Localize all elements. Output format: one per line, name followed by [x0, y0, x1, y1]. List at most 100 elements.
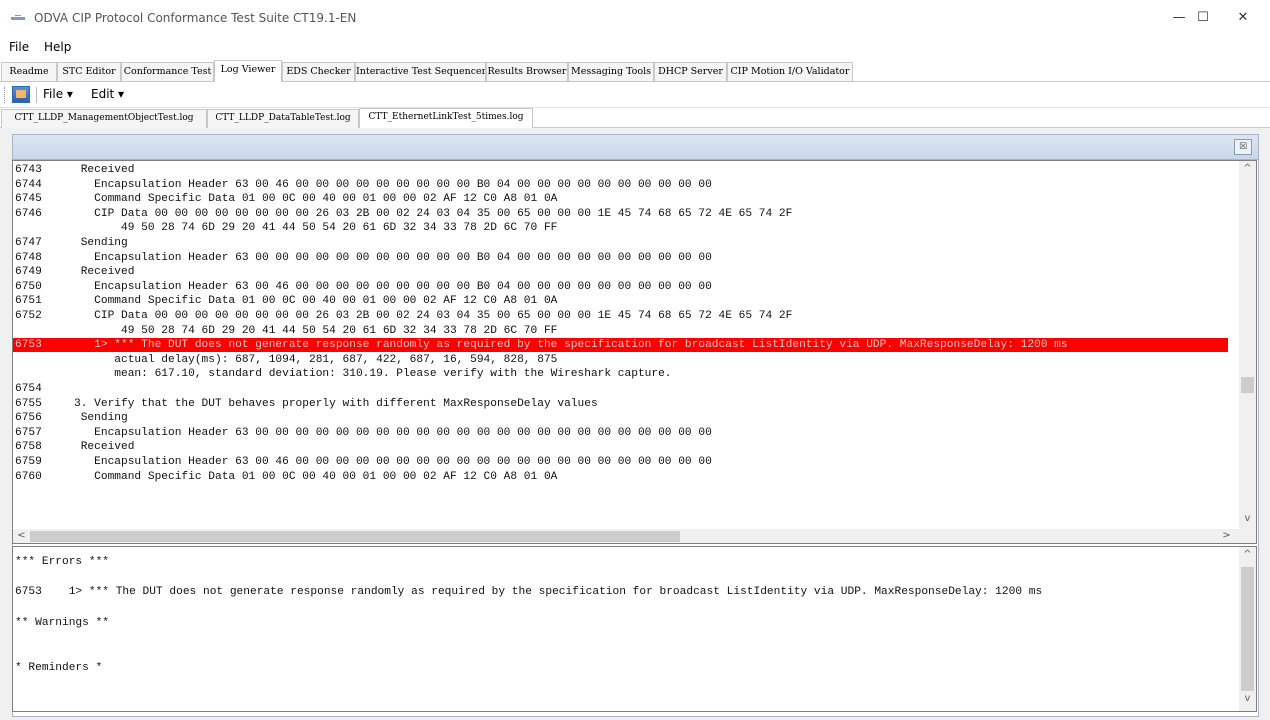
log-text: Encapsulation Header 63 00 46 00 00 00 0…: [74, 178, 712, 191]
log-line[interactable]: 6745 Command Specific Data 01 00 0C 00 4…: [13, 192, 1228, 206]
log-line[interactable]: 6756 Sending: [13, 411, 1228, 425]
log-text: Received: [74, 441, 135, 454]
line-number: 6749: [15, 266, 42, 279]
menu-help[interactable]: Help: [44, 40, 71, 54]
close-button[interactable]: ✕: [1220, 0, 1266, 36]
line-number: 6755: [15, 397, 42, 410]
tab-messaging-tools[interactable]: Messaging Tools: [568, 62, 654, 81]
line-number: 6748: [15, 251, 42, 264]
errors-scroll-up-icon[interactable]: ^: [1239, 549, 1256, 560]
log-text: Encapsulation Header 63 00 00 00 00 00 0…: [74, 251, 712, 264]
line-number: 6752: [15, 310, 42, 322]
log-text: 49 50 28 74 6D 29 20 41 44 50 54 20 61 6…: [74, 324, 558, 337]
line-number: 6747: [15, 237, 42, 249]
scroll-down-icon[interactable]: v: [1239, 513, 1256, 524]
log-text: CIP Data 00 00 00 00 00 00 00 00 26 03 2…: [74, 310, 793, 322]
line-number: 6745: [15, 193, 42, 206]
log-text: CIP Data 00 00 00 00 00 00 00 00 26 03 2…: [74, 207, 793, 220]
log-vertical-scrollbar[interactable]: ^ v: [1239, 161, 1256, 529]
log-text: 49 50 28 74 6D 29 20 41 44 50 54 20 61 6…: [74, 222, 558, 235]
app-icon: [11, 15, 25, 20]
log-horizontal-scroll-thumb[interactable]: [30, 531, 680, 542]
toolbar-separator: [36, 87, 37, 103]
errors-line: ** Warnings **: [15, 616, 109, 629]
tab-readme[interactable]: Readme: [1, 62, 57, 81]
log-text-view[interactable]: 6743 Received 6744 Encapsulation Header 6…: [12, 160, 1257, 544]
scroll-left-icon[interactable]: <: [13, 530, 30, 541]
menu-file[interactable]: File: [9, 40, 29, 54]
open-folder-icon[interactable]: [12, 86, 30, 103]
log-line[interactable]: 6743 Received: [13, 163, 1228, 177]
tab-dhcp-server[interactable]: DHCP Server: [654, 62, 727, 81]
log-file-tab-strip: CTT_LLDP_ManagementObjectTest.log CTT_LL…: [0, 108, 1270, 128]
errors-scroll-down-icon[interactable]: v: [1239, 693, 1256, 704]
line-number: 6754: [15, 383, 42, 395]
log-horizontal-scrollbar[interactable]: < >: [13, 529, 1256, 543]
log-text: Encapsulation Header 63 00 46 00 00 00 0…: [74, 456, 712, 468]
errors-line: *** Errors ***: [15, 556, 109, 568]
line-number: 6759: [15, 456, 42, 468]
log-line[interactable]: actual delay(ms): 687, 1094, 281, 687, 4…: [13, 353, 1228, 367]
log-text: Command Specific Data 01 00 0C 00 40 00 …: [74, 470, 558, 483]
tab-conformance-test[interactable]: Conformance Test: [121, 62, 214, 81]
line-number: 6756: [15, 412, 42, 425]
log-text: Received: [74, 164, 135, 176]
log-text: Command Specific Data 01 00 0C 00 40 00 …: [74, 295, 558, 308]
main-tab-strip: Readme STC Editor Conformance Test Log V…: [0, 60, 1270, 82]
log-text: 1> *** The DUT does not generate respons…: [74, 339, 1068, 352]
log-line[interactable]: 6752 CIP Data 00 00 00 00 00 00 00 00 26…: [13, 309, 1228, 323]
panel-header: ☒: [13, 135, 1258, 160]
tab-interactive-test-sequencer[interactable]: Interactive Test Sequencer: [355, 62, 486, 81]
line-number: 6753: [15, 339, 42, 352]
errors-line: * Reminders *: [15, 662, 103, 675]
log-line[interactable]: 6747 Sending: [13, 236, 1228, 250]
tab-lldp-management-object-log[interactable]: CTT_LLDP_ManagementObjectTest.log: [1, 109, 207, 128]
log-text: Encapsulation Header 63 00 00 00 00 00 0…: [74, 426, 712, 439]
tab-log-viewer[interactable]: Log Viewer: [214, 60, 282, 82]
tab-stc-editor[interactable]: STC Editor: [57, 62, 121, 81]
log-line[interactable]: 6749 Received: [13, 265, 1228, 279]
log-line[interactable]: 6760 Command Specific Data 01 00 0C 00 4…: [13, 470, 1228, 484]
tab-lldp-data-table-log[interactable]: CTT_LLDP_DataTableTest.log: [207, 109, 359, 128]
toolbar-grip[interactable]: [4, 87, 6, 103]
log-line[interactable]: 6758 Received: [13, 440, 1228, 454]
log-line[interactable]: 6754: [13, 382, 1228, 396]
log-line[interactable]: 6757 Encapsulation Header 63 00 00 00 00…: [13, 426, 1228, 440]
log-vertical-scroll-thumb[interactable]: [1241, 377, 1254, 393]
log-line[interactable]: 6759 Encapsulation Header 63 00 46 00 00…: [13, 455, 1228, 469]
line-number: 6757: [15, 426, 42, 439]
log-line[interactable]: 49 50 28 74 6D 29 20 41 44 50 54 20 61 6…: [13, 324, 1228, 338]
tab-cip-motion-io-validator[interactable]: CIP Motion I/O Validator: [727, 62, 853, 81]
scroll-right-icon[interactable]: >: [1218, 530, 1235, 541]
line-number: 6760: [15, 470, 42, 483]
line-number: 6751: [15, 295, 42, 308]
log-text: Sending: [74, 412, 128, 425]
line-number: 6758: [15, 441, 42, 454]
log-line[interactable]: mean: 617.10, standard deviation: 310.19…: [13, 367, 1228, 381]
errors-vertical-scrollbar[interactable]: ^ v: [1239, 547, 1256, 711]
close-document-icon[interactable]: ☒: [1234, 139, 1252, 155]
menu-bar: File Help: [0, 36, 1270, 60]
title-bar: ODVA CIP Protocol Conformance Test Suite…: [0, 0, 1270, 36]
tab-results-browser[interactable]: Results Browser: [486, 62, 568, 81]
log-text: Received: [74, 266, 135, 279]
log-line-error[interactable]: 6753 1> *** The DUT does not generate re…: [13, 338, 1228, 353]
line-number: 6744: [15, 178, 42, 191]
toolbar-edit-dropdown[interactable]: Edit ▾: [91, 87, 124, 101]
scroll-up-icon[interactable]: ^: [1239, 163, 1256, 174]
log-text: actual delay(ms): 687, 1094, 281, 687, 4…: [74, 353, 558, 366]
log-line[interactable]: 6746 CIP Data 00 00 00 00 00 00 00 00 26…: [13, 207, 1228, 221]
log-line[interactable]: 6750 Encapsulation Header 63 00 46 00 00…: [13, 280, 1228, 294]
errors-vertical-scroll-thumb[interactable]: [1241, 567, 1254, 691]
log-line[interactable]: 49 50 28 74 6D 29 20 41 44 50 54 20 61 6…: [13, 221, 1228, 235]
toolbar-file-dropdown[interactable]: File ▾: [43, 87, 73, 101]
log-text: mean: 617.10, standard deviation: 310.19…: [74, 368, 672, 381]
tab-eds-checker[interactable]: EDS Checker: [282, 62, 355, 81]
log-text: Encapsulation Header 63 00 46 00 00 00 0…: [74, 280, 712, 293]
log-line[interactable]: 6748 Encapsulation Header 63 00 00 00 00…: [13, 251, 1228, 265]
log-line[interactable]: 6751 Command Specific Data 01 00 0C 00 4…: [13, 294, 1228, 308]
tab-ethernet-link-test-log[interactable]: CTT_EthernetLinkTest_5times.log: [359, 108, 533, 128]
log-line[interactable]: 6744 Encapsulation Header 63 00 46 00 00…: [13, 178, 1228, 192]
log-line[interactable]: 6755 3. Verify that the DUT behaves prope…: [13, 397, 1228, 411]
errors-summary-view[interactable]: *** Errors *** 6753 1> *** The DUT does n…: [12, 546, 1257, 712]
